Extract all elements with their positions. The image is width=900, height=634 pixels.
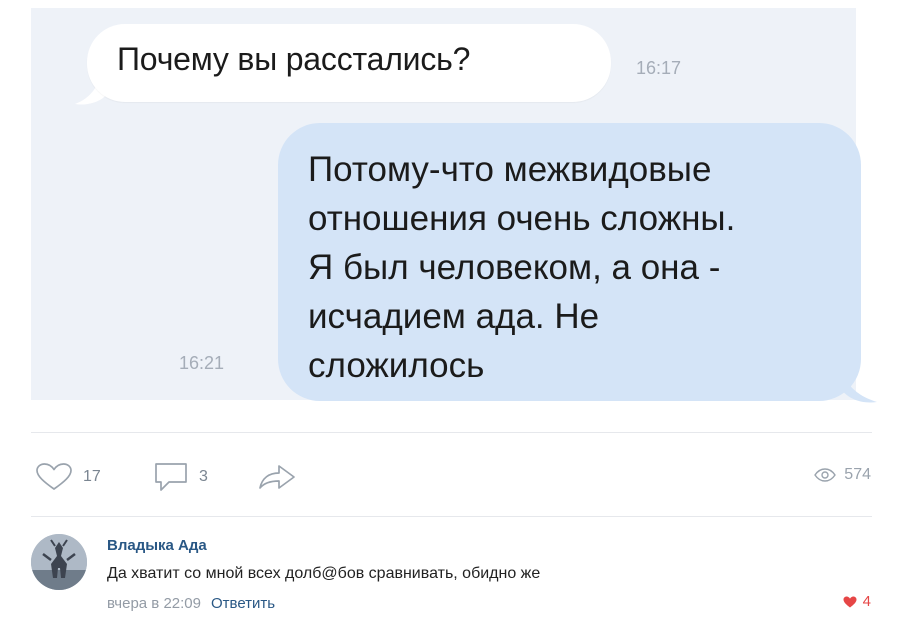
outgoing-bubble-tail	[839, 356, 877, 403]
avatar[interactable]	[31, 534, 87, 590]
view-counter: 574	[814, 466, 871, 484]
outgoing-message-text: Потому-что межвидовые отношения очень сл…	[308, 145, 848, 390]
comment-like-count: 4	[862, 593, 871, 610]
comment-like-button[interactable]: 4	[843, 593, 871, 610]
outgoing-message-line: Потому-что межвидовые	[308, 150, 712, 189]
incoming-message-bubble: Почему вы расстались?	[87, 24, 611, 102]
outgoing-message-line: Я был человеком, а она -	[308, 248, 721, 287]
like-button[interactable]: 17	[34, 462, 101, 492]
comment-count: 3	[199, 468, 208, 485]
divider	[31, 432, 872, 433]
comment-author[interactable]: Владыка Ада	[107, 537, 207, 554]
incoming-message-time: 16:17	[636, 58, 682, 78]
chat-screenshot: Почему вы расстались? 16:17 Потому-что м…	[31, 8, 877, 403]
heart-filled-icon	[843, 596, 857, 607]
view-count: 574	[844, 466, 871, 483]
reply-button[interactable]: Ответить	[211, 595, 275, 612]
demon-figure-icon	[31, 534, 87, 590]
divider	[31, 516, 872, 517]
comment-icon	[155, 463, 187, 491]
outgoing-message-line: исчадием ада. Не	[308, 297, 600, 336]
eye-icon	[814, 468, 837, 482]
outgoing-message-line: отношения очень сложны.	[308, 199, 736, 238]
comment-text: Да хватит со мной всех долб@бов сравнива…	[107, 565, 541, 582]
heart-icon	[36, 463, 72, 490]
comment-button[interactable]: 3	[152, 461, 208, 493]
outgoing-message-bubble: Потому-что межвидовые отношения очень сл…	[278, 123, 861, 401]
like-count: 17	[83, 468, 101, 485]
comment-time: вчера в 22:09	[107, 595, 201, 612]
outgoing-message-time: 16:21	[179, 353, 225, 373]
share-button[interactable]	[257, 462, 297, 492]
comment-meta: вчера в 22:09 Ответить	[107, 595, 275, 612]
post-actions: 17 3 574	[0, 450, 900, 500]
incoming-message-text: Почему вы расстались?	[117, 41, 471, 77]
outgoing-message-line: сложилось	[308, 346, 485, 385]
share-icon	[259, 465, 295, 489]
